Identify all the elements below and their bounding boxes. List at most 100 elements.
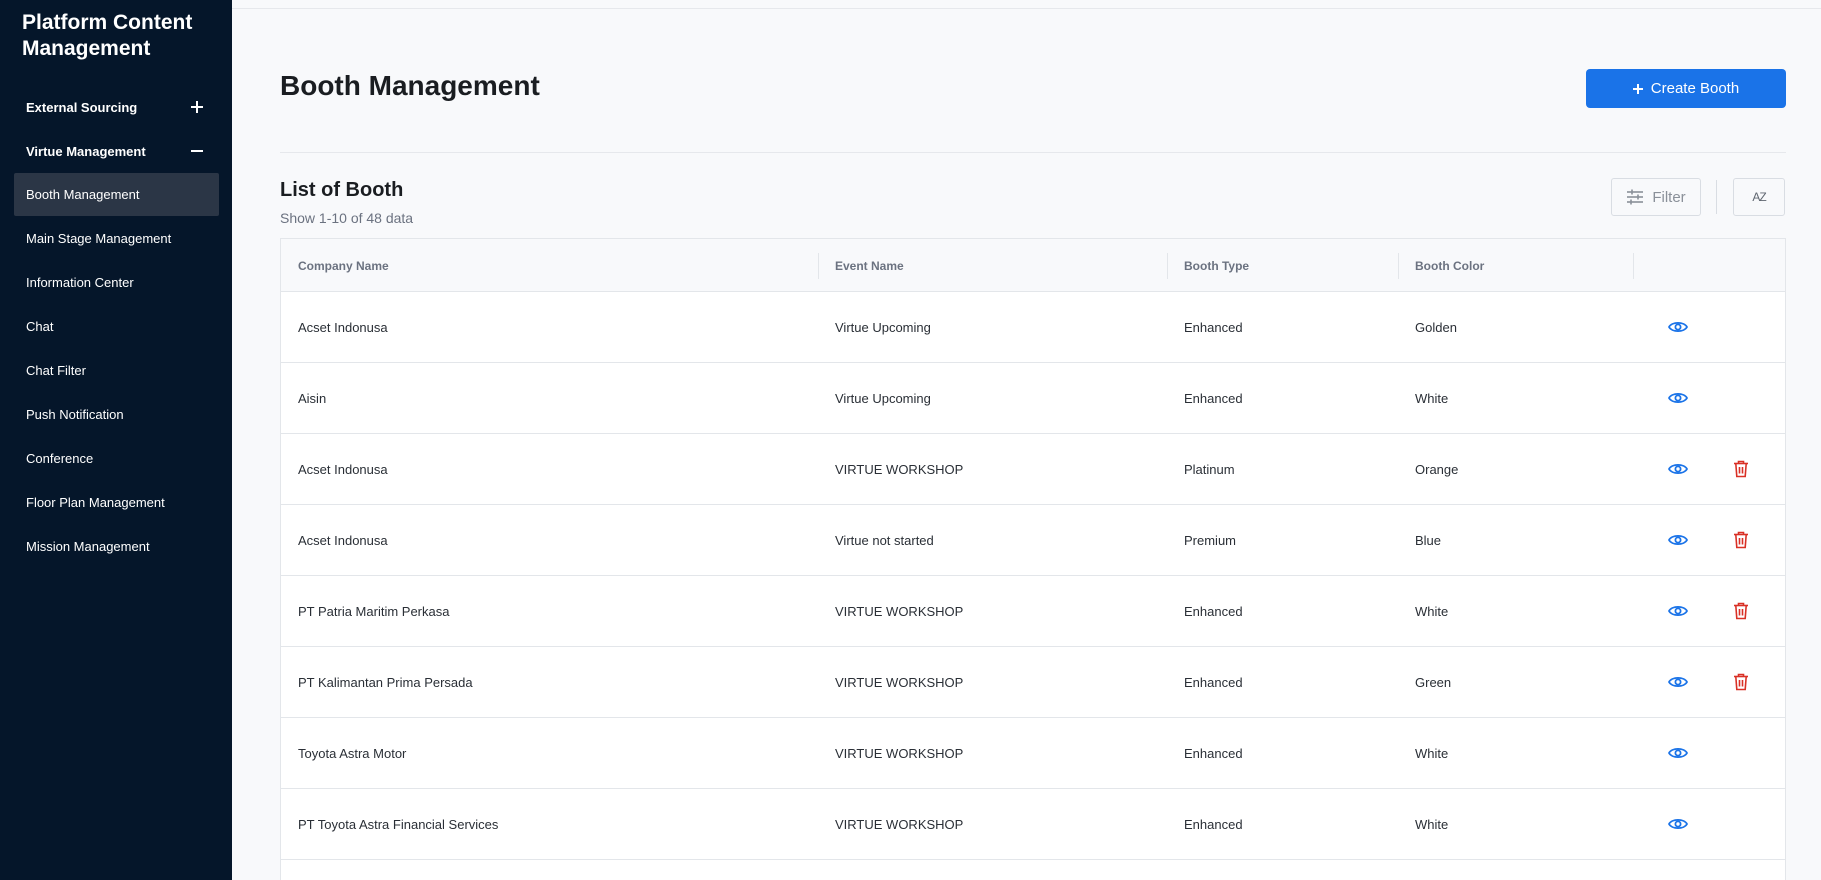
company-name-cell: PT Patria Maritim Perkasa — [298, 604, 450, 619]
sidebar-item-information-center[interactable]: Information Center — [14, 261, 219, 304]
view-button[interactable] — [1667, 316, 1689, 338]
view-button[interactable] — [1667, 387, 1689, 409]
delete-button[interactable] — [1730, 458, 1752, 480]
booth-type-cell: Enhanced — [1184, 320, 1243, 335]
sort-button[interactable]: AZ — [1733, 178, 1785, 216]
table-row: PT Toyota Astra Financial Services VIRTU… — [281, 789, 1785, 860]
minus-icon[interactable] — [190, 144, 204, 158]
sidebar-item-chat[interactable]: Chat — [14, 305, 219, 348]
view-button[interactable] — [1667, 529, 1689, 551]
table-body: Acset Indonusa Virtue Upcoming Enhanced … — [281, 292, 1785, 860]
delete-button[interactable] — [1730, 529, 1752, 551]
column-header-booth-type: Booth Type — [1184, 258, 1250, 273]
view-button[interactable] — [1667, 458, 1689, 480]
sidebar: Platform Content Management External Sou… — [0, 0, 232, 880]
event-name-cell: VIRTUE WORKSHOP — [835, 462, 964, 477]
event-name-cell: Virtue not started — [835, 533, 934, 548]
event-name-cell: VIRTUE WORKSHOP — [835, 604, 964, 619]
app-title: Platform Content Management — [22, 11, 193, 60]
booth-color-cell: Orange — [1415, 462, 1459, 477]
booth-type-cell: Enhanced — [1184, 746, 1243, 761]
company-name-cell: Acset Indonusa — [298, 533, 388, 548]
eye-icon — [1668, 676, 1688, 688]
plus-icon[interactable] — [190, 100, 204, 114]
table-row: Acset Indonusa VIRTUE WORKSHOP Platinum … — [281, 434, 1785, 505]
table-row: PT Kalimantan Prima Persada VIRTUE WORKS… — [281, 647, 1785, 718]
sidebar-group-virtue-management[interactable]: Virtue Management — [26, 139, 204, 163]
top-divider — [232, 8, 1821, 9]
create-booth-label: Create Booth — [1650, 80, 1740, 97]
column-divider — [1398, 253, 1399, 279]
create-booth-button[interactable]: Create Booth — [1586, 69, 1786, 108]
booth-table: Company Name Event Name Booth Type Booth… — [280, 238, 1786, 880]
booth-type-cell: Enhanced — [1184, 675, 1243, 690]
sidebar-item-floor-plan-management[interactable]: Floor Plan Management — [14, 481, 219, 524]
view-button[interactable] — [1667, 600, 1689, 622]
page-title: Booth Management — [280, 70, 540, 101]
eye-icon — [1668, 321, 1688, 333]
eye-icon — [1668, 463, 1688, 475]
booth-color-cell: White — [1415, 817, 1449, 832]
eye-icon — [1668, 534, 1688, 546]
trash-icon — [1734, 602, 1748, 620]
sidebar-group-label: Virtue Management — [26, 143, 146, 159]
company-name-cell: Acset Indonusa — [298, 462, 388, 477]
company-name-cell: PT Toyota Astra Financial Services — [298, 817, 499, 832]
sidebar-item-mission-management[interactable]: Mission Management — [14, 525, 219, 568]
view-button[interactable] — [1667, 671, 1689, 693]
table-row: Acset Indonusa Virtue not started Premiu… — [281, 505, 1785, 576]
eye-icon — [1668, 392, 1688, 404]
sidebar-item-push-notification[interactable]: Push Notification — [14, 393, 219, 436]
list-count: Show 1-10 of 48 data — [280, 210, 414, 226]
sidebar-group-external-sourcing[interactable]: External Sourcing — [26, 95, 204, 119]
sort-az-icon: AZ — [1752, 190, 1766, 204]
company-name-cell: Toyota Astra Motor — [298, 746, 407, 761]
company-name-cell: Aisin — [298, 391, 327, 406]
sidebar-item-conference[interactable]: Conference — [14, 437, 219, 480]
table-row: PT Patria Maritim Perkasa VIRTUE WORKSHO… — [281, 576, 1785, 647]
booth-color-cell: Green — [1415, 675, 1452, 690]
trash-icon — [1734, 673, 1748, 691]
company-name-cell: Acset Indonusa — [298, 320, 388, 335]
header-divider — [280, 152, 1786, 153]
booth-color-cell: Blue — [1415, 533, 1442, 548]
booth-color-cell: White — [1415, 746, 1449, 761]
sidebar-group-label: External Sourcing — [26, 99, 138, 115]
sidebar-item-chat-filter[interactable]: Chat Filter — [14, 349, 219, 392]
company-name-cell: PT Kalimantan Prima Persada — [298, 675, 473, 690]
table-row: Aisin Virtue Upcoming Enhanced White — [281, 363, 1785, 434]
view-button[interactable] — [1667, 742, 1689, 764]
booth-type-cell: Enhanced — [1184, 817, 1243, 832]
eye-icon — [1668, 818, 1688, 830]
event-name-cell: VIRTUE WORKSHOP — [835, 746, 964, 761]
sidebar-item-booth-management[interactable]: Booth Management — [14, 173, 219, 216]
sliders-icon — [1627, 189, 1644, 205]
booth-type-cell: Enhanced — [1184, 604, 1243, 619]
table-row: Acset Indonusa Virtue Upcoming Enhanced … — [281, 292, 1785, 363]
column-divider — [1633, 253, 1634, 279]
column-header-booth-color: Booth Color — [1415, 258, 1485, 273]
booth-color-cell: White — [1415, 391, 1449, 406]
eye-icon — [1668, 605, 1688, 617]
column-divider — [818, 253, 819, 279]
column-header-company-name: Company Name — [298, 258, 389, 273]
trash-icon — [1734, 531, 1748, 549]
list-title: List of Booth — [280, 179, 404, 201]
booth-type-cell: Enhanced — [1184, 391, 1243, 406]
table-header: Company Name Event Name Booth Type Booth… — [281, 239, 1785, 292]
event-name-cell: VIRTUE WORKSHOP — [835, 675, 964, 690]
eye-icon — [1668, 747, 1688, 759]
event-name-cell: Virtue Upcoming — [835, 391, 931, 406]
delete-button[interactable] — [1730, 671, 1752, 693]
booth-color-cell: Golden — [1415, 320, 1457, 335]
booth-color-cell: White — [1415, 604, 1449, 619]
trash-icon — [1734, 460, 1748, 478]
delete-button[interactable] — [1730, 600, 1752, 622]
sidebar-item-main-stage-management[interactable]: Main Stage Management — [14, 217, 219, 260]
view-button[interactable] — [1667, 813, 1689, 835]
filter-button[interactable]: Filter — [1611, 178, 1701, 216]
filter-label: Filter — [1652, 188, 1686, 206]
event-name-cell: Virtue Upcoming — [835, 320, 931, 335]
event-name-cell: VIRTUE WORKSHOP — [835, 817, 964, 832]
column-divider — [1167, 253, 1168, 279]
